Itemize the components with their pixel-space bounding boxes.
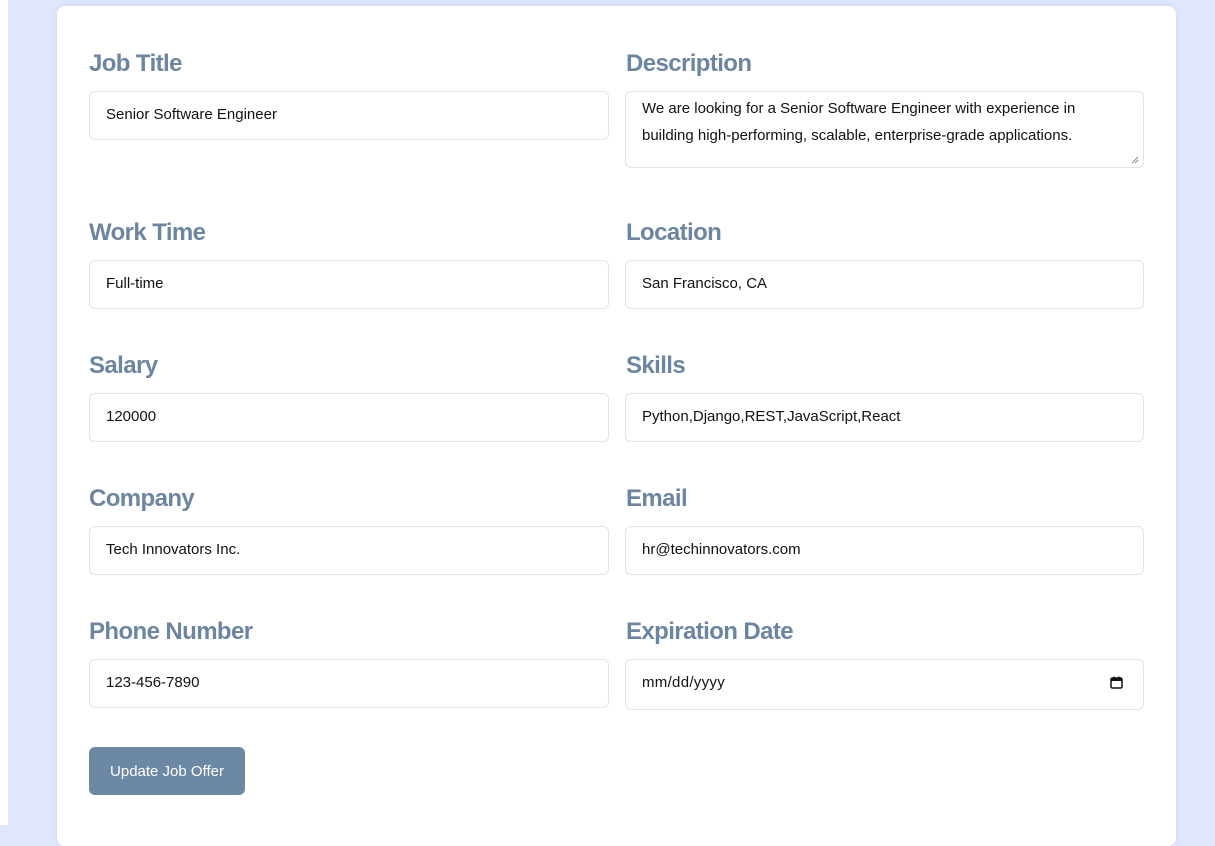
update-job-offer-button[interactable]: Update Job Offer xyxy=(89,747,245,795)
job-title-label: Job Title xyxy=(89,50,182,77)
description-textarea[interactable]: We are looking for a Senior Software Eng… xyxy=(625,91,1144,168)
salary-label: Salary xyxy=(89,352,158,379)
work-time-input[interactable]: Full-time xyxy=(89,260,609,309)
email-label: Email xyxy=(626,485,688,512)
expiration-date-label: Expiration Date xyxy=(626,618,794,645)
location-input[interactable]: San Francisco, CA xyxy=(625,260,1144,309)
phone-number-input[interactable]: 123-456-7890 xyxy=(89,659,609,708)
work-time-label: Work Time xyxy=(89,219,206,246)
resize-handle-icon[interactable] xyxy=(1131,156,1139,164)
calendar-icon[interactable] xyxy=(1110,676,1123,689)
job-title-input[interactable]: Senior Software Engineer xyxy=(89,91,609,140)
company-label: Company xyxy=(89,485,195,512)
left-edge-strip xyxy=(0,0,8,825)
expiration-date-placeholder: mm/dd/yyyy xyxy=(642,674,726,691)
company-input[interactable]: Tech Innovators Inc. xyxy=(89,526,609,575)
phone-number-label: Phone Number xyxy=(89,618,253,645)
description-text: We are looking for a Senior Software Eng… xyxy=(642,100,1076,144)
skills-input[interactable]: Python,Django,REST,JavaScript,React xyxy=(625,393,1144,442)
skills-label: Skills xyxy=(626,352,686,379)
expiration-date-input[interactable]: mm/dd/yyyy xyxy=(625,659,1144,710)
email-input[interactable]: hr@techinnovators.com xyxy=(625,526,1144,575)
description-label: Description xyxy=(626,50,752,77)
salary-input[interactable]: 120000 xyxy=(89,393,609,442)
location-label: Location xyxy=(626,219,722,246)
